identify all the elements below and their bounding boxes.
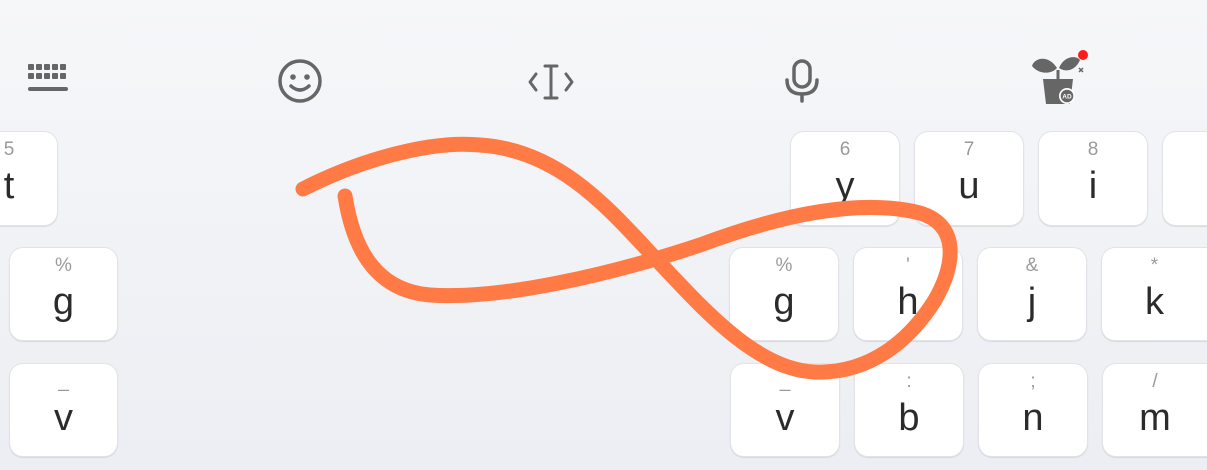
key-symbol: 7	[963, 139, 975, 160]
key-label: t	[3, 165, 15, 207]
key-label: m	[1139, 397, 1171, 439]
keyboard-grid-icon[interactable]	[26, 62, 72, 98]
key-label: g	[52, 281, 75, 323]
key-label: h	[897, 281, 919, 323]
key-b[interactable]: : b	[854, 363, 964, 457]
key-label: b	[898, 397, 920, 439]
cursor-control-icon[interactable]	[526, 60, 576, 104]
key-label: y	[835, 165, 855, 207]
key-symbol: '	[906, 255, 910, 276]
emoji-icon[interactable]	[276, 57, 324, 105]
notification-dot	[1078, 50, 1088, 60]
key-m[interactable]: / m	[1102, 363, 1207, 457]
key-symbol: &	[1025, 255, 1039, 276]
key-label: g	[773, 281, 795, 323]
key-u[interactable]: 7 u	[914, 131, 1024, 226]
key-partial[interactable]	[1162, 131, 1207, 226]
key-label: j	[1027, 281, 1037, 323]
key-symbol: 6	[839, 139, 851, 160]
key-n[interactable]: ; n	[978, 363, 1088, 457]
key-symbol: *	[1150, 255, 1159, 276]
key-v[interactable]: _ v	[730, 363, 840, 457]
key-label: i	[1088, 165, 1098, 207]
key-symbol: /	[1152, 371, 1158, 392]
key-i[interactable]: 8 i	[1038, 131, 1148, 226]
key-label: v	[775, 397, 795, 439]
key-symbol: %	[55, 255, 72, 276]
key-j[interactable]: & j	[977, 247, 1087, 341]
key-label: n	[1022, 397, 1044, 439]
key-h[interactable]: ' h	[853, 247, 963, 341]
ad-badge-text: AD	[1062, 94, 1072, 101]
key-g[interactable]: % g	[729, 247, 839, 341]
key-symbol: 5	[3, 139, 15, 160]
key-symbol: :	[906, 371, 912, 392]
key-v-left[interactable]: _ v	[9, 363, 118, 457]
key-symbol: _	[58, 371, 69, 392]
key-label: k	[1145, 281, 1164, 323]
key-symbol: %	[775, 255, 793, 276]
microphone-icon[interactable]	[782, 58, 822, 104]
key-symbol: _	[779, 371, 791, 392]
key-t[interactable]: 5 t	[0, 131, 58, 226]
key-k[interactable]: * k	[1101, 247, 1207, 341]
key-symbol: ;	[1030, 371, 1036, 392]
key-label: u	[958, 165, 980, 207]
plant-pot-ad-icon[interactable]: AD	[1026, 46, 1092, 108]
key-label: v	[54, 397, 73, 439]
key-y[interactable]: 6 y	[790, 131, 900, 226]
key-g-left[interactable]: % g	[9, 247, 118, 341]
key-symbol: 8	[1087, 139, 1099, 160]
